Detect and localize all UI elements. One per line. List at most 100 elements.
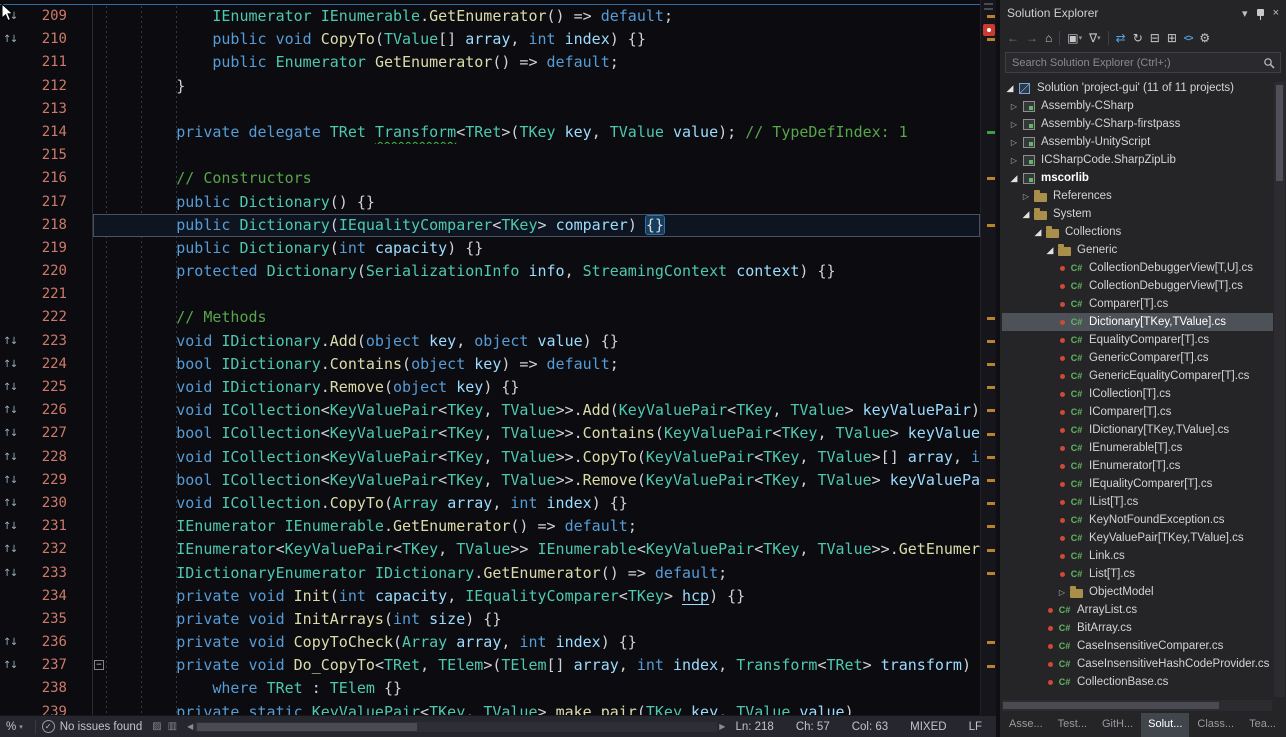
code-line-body[interactable]: bool ICollection<KeyValuePair<TKey, TVal… bbox=[92, 422, 980, 445]
code-editor[interactable]: ↑↓209 IEnumerator IEnumerable.GetEnumera… bbox=[0, 0, 996, 715]
tree-item[interactable]: C#CaseInsensitiveHashCodeProvider.cs bbox=[1002, 655, 1273, 673]
tree-item[interactable]: C#IEqualityComparer[T].cs bbox=[1002, 475, 1273, 493]
code-line-body[interactable]: − private void Do_CopyTo<TRet, TElem>(TE… bbox=[92, 654, 980, 677]
reference-arrows-icon[interactable]: ↑↓ bbox=[3, 654, 17, 677]
properties-button[interactable]: ⚙ bbox=[1199, 31, 1210, 45]
code-line-body[interactable] bbox=[92, 144, 980, 167]
code-line-body[interactable]: } bbox=[92, 75, 980, 98]
close-icon[interactable]: × bbox=[1273, 7, 1279, 19]
hscroll-track[interactable] bbox=[195, 722, 717, 732]
code-line-body[interactable]: bool IDictionary.Contains(object key) =>… bbox=[92, 353, 980, 376]
code-line-body[interactable]: public Dictionary(IEqualityComparer<TKey… bbox=[92, 214, 980, 237]
collapsed-arrow-icon[interactable]: ▷ bbox=[1008, 156, 1020, 165]
editor-content[interactable]: ↑↓209 IEnumerator IEnumerable.GetEnumera… bbox=[0, 0, 980, 715]
code-line-body[interactable]: void ICollection<KeyValuePair<TKey, TVal… bbox=[92, 399, 980, 422]
tree-vscroll-thumb[interactable] bbox=[1276, 85, 1283, 181]
tree-item[interactable]: ◢Collections bbox=[1002, 223, 1273, 241]
code-view-button[interactable]: <> bbox=[1184, 33, 1193, 43]
zoom-control[interactable]: %▾ bbox=[0, 721, 29, 733]
reference-arrows-icon[interactable]: ↑↓ bbox=[3, 330, 17, 353]
code-line-body[interactable]: public Enumerator GetEnumerator() => def… bbox=[92, 51, 980, 74]
panel-tab-solut[interactable]: Solut... bbox=[1141, 713, 1189, 737]
tree-item[interactable]: ◢Generic bbox=[1002, 241, 1273, 259]
tree-item[interactable]: C#IDictionary[TKey,TValue].cs bbox=[1002, 421, 1273, 439]
code-line-body[interactable]: void IDictionary.Add(object key, object … bbox=[92, 330, 980, 353]
filter-button[interactable]: ∇▾ bbox=[1089, 31, 1101, 45]
tree-item[interactable]: C#List[T].cs bbox=[1002, 565, 1273, 583]
reference-arrows-icon[interactable]: ↑↓ bbox=[3, 28, 17, 51]
tree-item[interactable]: ▷ICSharpCode.SharpZipLib bbox=[1002, 151, 1273, 169]
collapsed-arrow-icon[interactable]: ▷ bbox=[1008, 138, 1020, 147]
code-line-body[interactable]: IDictionaryEnumerator IDictionary.GetEnu… bbox=[92, 562, 980, 585]
reference-arrows-icon[interactable]: ↑↓ bbox=[3, 446, 17, 469]
tree-item[interactable]: C#CollectionDebuggerView[T,U].cs bbox=[1002, 259, 1273, 277]
reference-arrows-icon[interactable]: ↑↓ bbox=[3, 399, 17, 422]
tree-item[interactable]: ▷References bbox=[1002, 187, 1273, 205]
hscroll-thumb[interactable] bbox=[197, 723, 416, 731]
reference-arrows-icon[interactable]: ↑↓ bbox=[3, 376, 17, 399]
code-line-body[interactable]: IEnumerator IEnumerable.GetEnumerator() … bbox=[92, 5, 980, 28]
tree-item[interactable]: ▷Assembly-CSharp-firstpass bbox=[1002, 115, 1273, 133]
code-line-body[interactable]: private void Init(int capacity, IEqualit… bbox=[92, 585, 980, 608]
search-icon[interactable] bbox=[1263, 57, 1275, 69]
tree-item[interactable]: C#IComparer[T].cs bbox=[1002, 403, 1273, 421]
home-button[interactable]: ⌂ bbox=[1045, 31, 1052, 45]
tree-vertical-scrollbar[interactable] bbox=[1274, 82, 1285, 697]
code-line-body[interactable]: private void InitArrays(int size) {} bbox=[92, 608, 980, 631]
reference-arrows-icon[interactable]: ↑↓ bbox=[3, 538, 17, 561]
tree-item[interactable]: C#ICollection[T].cs bbox=[1002, 385, 1273, 403]
scroll-left-button[interactable]: ◀ bbox=[187, 722, 193, 731]
zoom-caret-icon[interactable]: ▾ bbox=[19, 723, 23, 731]
forward-button[interactable]: → bbox=[1026, 31, 1038, 45]
reference-arrows-icon[interactable]: ↑↓ bbox=[3, 492, 17, 515]
panel-title-bar[interactable]: Solution Explorer ▾× bbox=[1000, 0, 1286, 26]
code-line-body[interactable]: IEnumerator<KeyValuePair<TKey, TValue>> … bbox=[92, 538, 980, 561]
pin-icon[interactable] bbox=[1257, 7, 1264, 19]
editor-vertical-scrollbar[interactable] bbox=[980, 0, 996, 715]
tree-horizontal-scrollbar[interactable] bbox=[1002, 700, 1272, 711]
code-line-body[interactable]: void IDictionary.Remove(object key) {} bbox=[92, 376, 980, 399]
collapsed-arrow-icon[interactable]: ▷ bbox=[1020, 192, 1032, 201]
tree-item[interactable]: C#GenericEqualityComparer[T].cs bbox=[1002, 367, 1273, 385]
panel-tab-tea[interactable]: Tea... bbox=[1242, 713, 1283, 737]
panel-tab-class[interactable]: Class... bbox=[1190, 713, 1241, 737]
code-line-body[interactable]: private delegate TRet Transform<TRet>(TK… bbox=[92, 121, 980, 144]
tree-item[interactable]: C#IList[T].cs bbox=[1002, 493, 1273, 511]
code-line-body[interactable]: protected Dictionary(SerializationInfo i… bbox=[92, 260, 980, 283]
tree-item[interactable]: ▷ObjectModel bbox=[1002, 583, 1273, 601]
window-position-icon[interactable]: ▾ bbox=[1242, 7, 1248, 20]
code-line-body[interactable]: private void CopyToCheck(Array array, in… bbox=[92, 631, 980, 654]
code-line-body[interactable]: public void CopyTo(TValue[] array, int i… bbox=[92, 28, 980, 51]
tree-item[interactable]: C#Link.cs bbox=[1002, 547, 1273, 565]
code-line-body[interactable]: void ICollection.CopyTo(Array array, int… bbox=[92, 492, 980, 515]
collapsed-arrow-icon[interactable]: ▷ bbox=[1056, 588, 1068, 597]
reference-arrows-icon[interactable]: ↑↓ bbox=[3, 631, 17, 654]
show-all-files-button[interactable]: ⊞ bbox=[1167, 31, 1177, 45]
tree-item[interactable]: C#BitArray.cs bbox=[1002, 619, 1273, 637]
code-line-body[interactable]: // Constructors bbox=[92, 167, 980, 190]
fold-collapse-icon[interactable]: − bbox=[94, 660, 104, 670]
code-line-body[interactable]: where TRet : TElem {} bbox=[92, 677, 980, 700]
tree-item[interactable]: ▷Assembly-CSharp bbox=[1002, 97, 1273, 115]
panel-tab-asse[interactable]: Asse... bbox=[1002, 713, 1050, 737]
tree-item[interactable]: C#Dictionary[TKey,TValue].cs bbox=[1002, 313, 1273, 331]
code-line-body[interactable]: bool ICollection<KeyValuePair<TKey, TVal… bbox=[92, 469, 980, 492]
switch-views-button[interactable]: ▣▾ bbox=[1067, 31, 1082, 45]
reference-arrows-icon[interactable]: ↑↓ bbox=[3, 562, 17, 585]
tree-item[interactable]: C#KeyNotFoundException.cs bbox=[1002, 511, 1273, 529]
tree-item[interactable]: ▷Assembly-UnityScript bbox=[1002, 133, 1273, 151]
reference-arrows-icon[interactable]: ↑↓ bbox=[3, 422, 17, 445]
tree-item[interactable]: ◢System bbox=[1002, 205, 1273, 223]
expanded-arrow-icon[interactable]: ◢ bbox=[1044, 245, 1056, 256]
tree-item[interactable]: C#EqualityComparer[T].cs bbox=[1002, 331, 1273, 349]
expanded-arrow-icon[interactable]: ◢ bbox=[1004, 83, 1016, 94]
expanded-arrow-icon[interactable]: ◢ bbox=[1032, 227, 1044, 238]
refresh-button[interactable]: ↻ bbox=[1133, 31, 1143, 45]
reference-arrows-icon[interactable]: ↑↓ bbox=[3, 469, 17, 492]
collapse-all-button[interactable]: ⊟ bbox=[1150, 31, 1160, 45]
code-line-body[interactable]: public Dictionary(int capacity) {} bbox=[92, 237, 980, 260]
code-line-body[interactable]: void ICollection<KeyValuePair<TKey, TVal… bbox=[92, 446, 980, 469]
tree-item[interactable]: ◢Solution 'project-gui' (11 of 11 projec… bbox=[1002, 79, 1273, 97]
search-input[interactable] bbox=[1006, 57, 1263, 69]
reference-arrows-icon[interactable]: ↑↓ bbox=[3, 515, 17, 538]
